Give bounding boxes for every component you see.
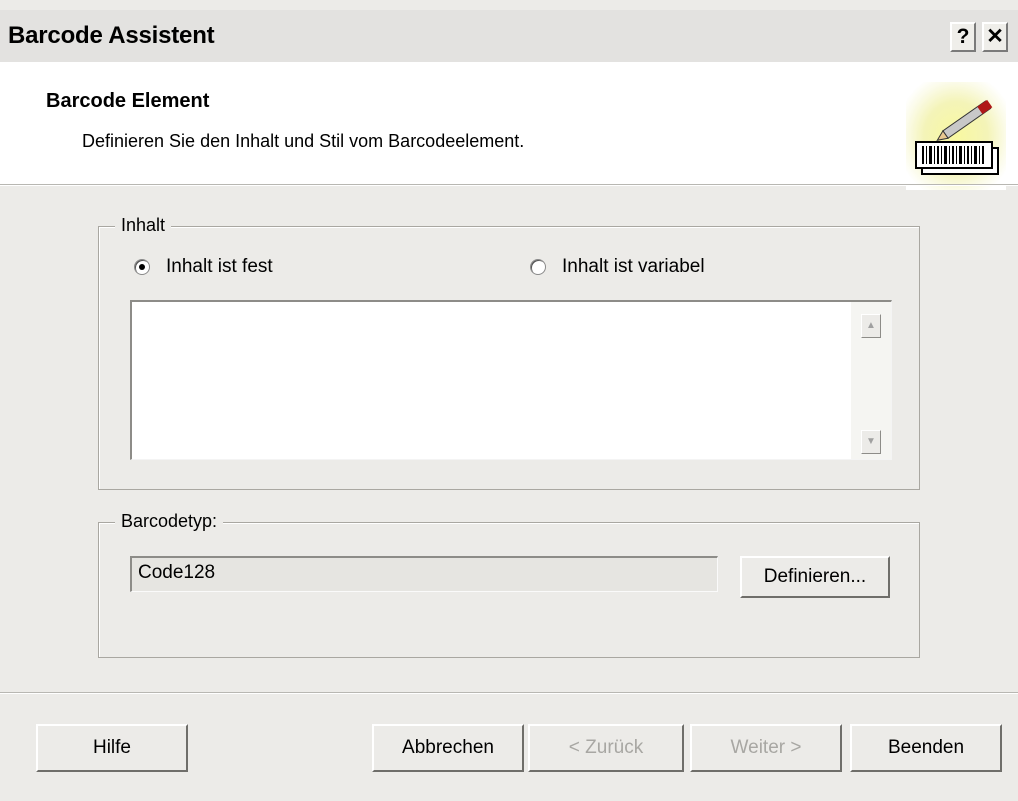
wizard-header: Barcode Element Definieren Sie den Inhal… (0, 62, 1018, 190)
cancel-button[interactable]: Abbrechen (372, 724, 524, 772)
radio-fixed-content[interactable]: Inhalt ist fest (134, 256, 273, 278)
barcode-wizard-icon (906, 82, 1006, 190)
finish-button[interactable]: Beenden (850, 724, 1002, 772)
header-subtitle: Definieren Sie den Inhalt und Stil vom B… (82, 131, 525, 151)
close-button[interactable]: ✕ (982, 22, 1008, 52)
back-button[interactable]: < Zurück (528, 724, 684, 772)
header-title: Barcode Element (46, 90, 210, 112)
radio-fixed-label: Inhalt ist fest (166, 256, 273, 277)
content-textarea[interactable]: ▲ ▼ (130, 300, 892, 460)
header-separator (0, 184, 1018, 186)
barcode-type-label: Barcodetyp: (115, 511, 224, 532)
barcode-wizard-dialog: Barcode Assistent ? ✕ Barcode Element De… (0, 0, 1018, 801)
help-button[interactable]: Hilfe (36, 724, 188, 772)
help-title-button[interactable]: ? (950, 22, 976, 52)
define-button[interactable]: Definieren... (740, 556, 890, 598)
radio-variable-content[interactable]: Inhalt ist variabel (530, 256, 705, 278)
next-button[interactable]: Weiter > (690, 724, 842, 772)
dialog-title: Barcode Assistent (8, 22, 215, 49)
radio-variable-label: Inhalt ist variabel (562, 256, 705, 277)
radio-checked-icon[interactable] (134, 259, 150, 275)
scroll-down-icon[interactable]: ▼ (861, 430, 881, 454)
barcode-type-field: Code128 (130, 556, 718, 592)
footer-separator (0, 692, 1018, 694)
scroll-up-icon[interactable]: ▲ (861, 314, 881, 338)
title-bar: Barcode Assistent ? ✕ (0, 10, 1018, 62)
content-group-label: Inhalt (115, 215, 172, 236)
radio-unchecked-icon[interactable] (530, 259, 546, 275)
vertical-scrollbar[interactable]: ▲ ▼ (851, 302, 891, 459)
